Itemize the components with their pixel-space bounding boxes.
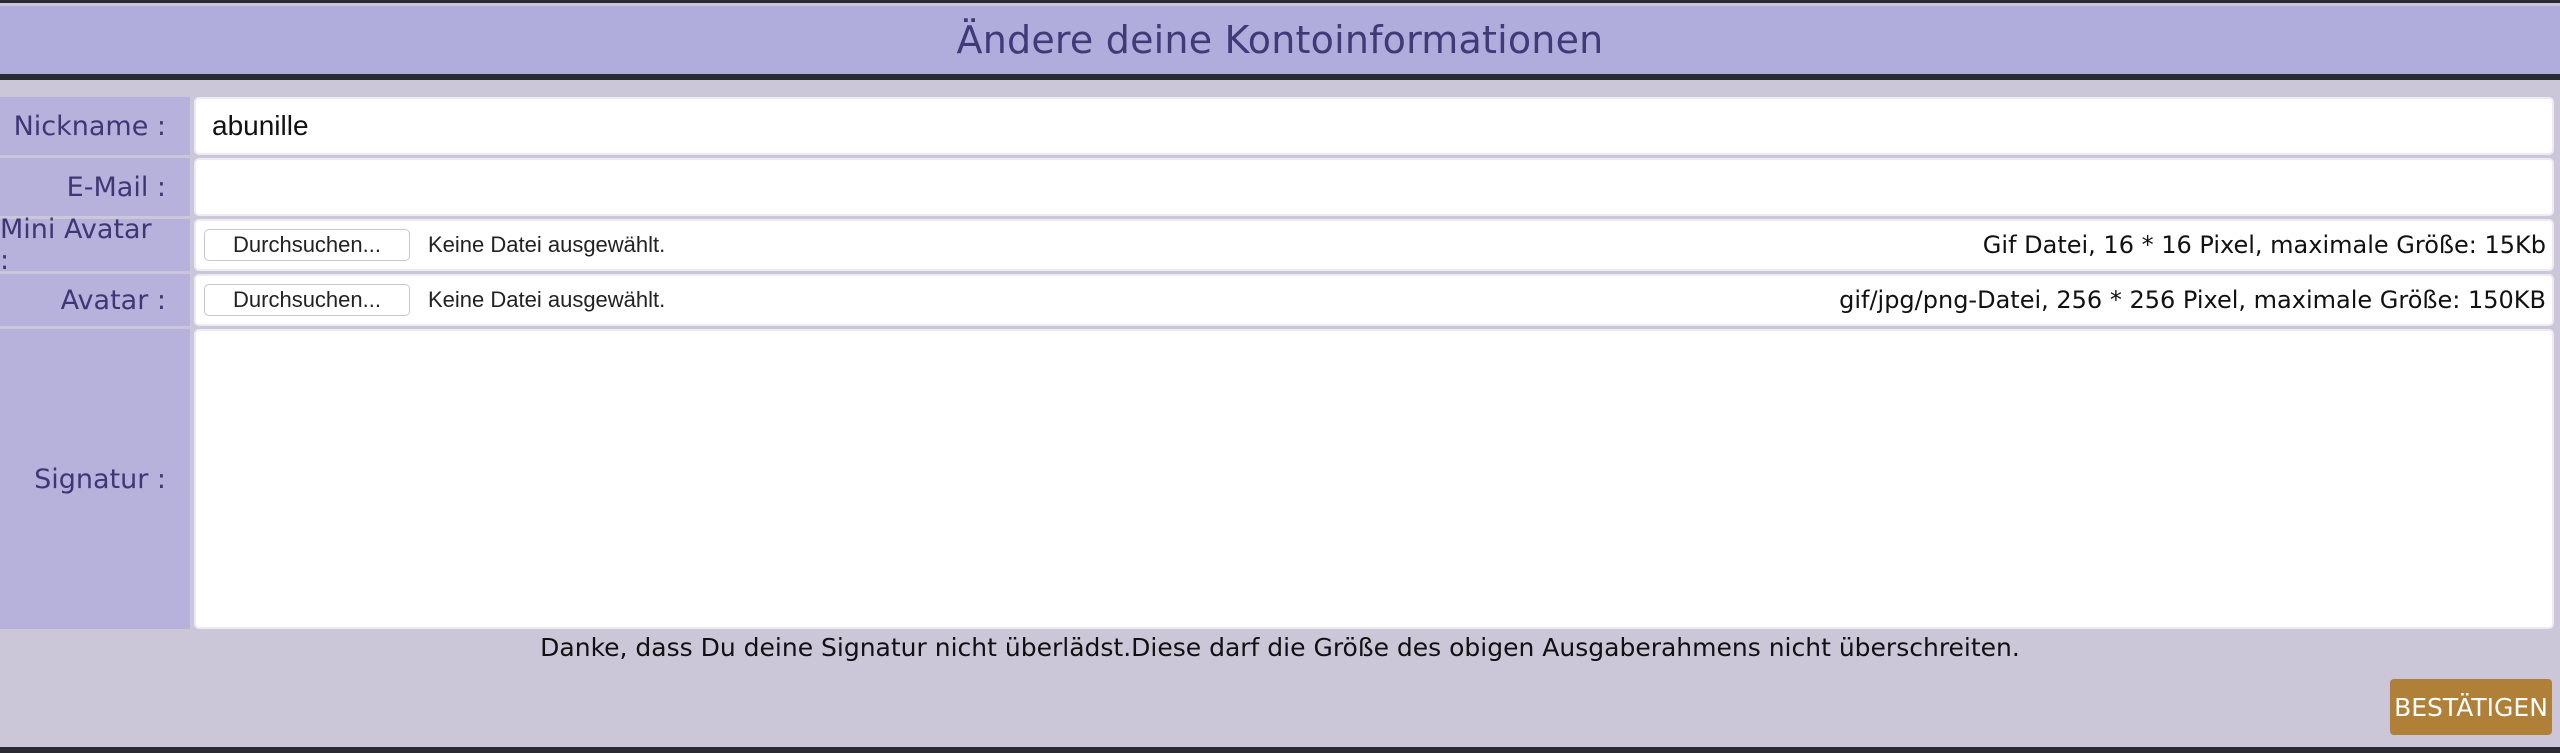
avatar-field-box: Durchsuchen... Keine Datei ausgewählt. g… — [194, 274, 2554, 326]
signature-textarea[interactable] — [196, 331, 2552, 627]
account-form-panel: Ändere deine Kontoinformationen Nickname… — [0, 0, 2560, 753]
avatar-file-status: Keine Datei ausgewählt. — [428, 287, 666, 312]
signature-note: Danke, dass Du deine Signatur nicht über… — [540, 633, 2020, 662]
nickname-field-box — [194, 97, 2554, 155]
mini-avatar-label: Mini Avatar : — [0, 214, 190, 276]
avatar-browse-button[interactable]: Durchsuchen... — [204, 284, 410, 316]
signature-label: Signatur : — [0, 329, 190, 629]
bottom-border — [0, 747, 2560, 753]
email-row: E-Mail : — [0, 158, 2560, 216]
email-field-box — [194, 158, 2554, 216]
nickname-label: Nickname : — [0, 97, 190, 155]
avatar-row: Avatar : Durchsuchen... Keine Datei ausg… — [0, 274, 2560, 326]
signature-row: Signatur : — [0, 329, 2560, 629]
email-label: E-Mail : — [0, 158, 190, 216]
avatar-hint: gif/jpg/png-Datei, 256 * 256 Pixel, maxi… — [1839, 286, 2546, 314]
mini-avatar-row: Mini Avatar : Durchsuchen... Keine Datei… — [0, 214, 2560, 276]
mini-avatar-browse-button[interactable]: Durchsuchen... — [204, 229, 410, 261]
mini-avatar-hint: Gif Datei, 16 * 16 Pixel, maximale Größe… — [1982, 231, 2546, 259]
mini-avatar-field-box: Durchsuchen... Keine Datei ausgewählt. G… — [194, 219, 2554, 271]
mini-avatar-file-status: Keine Datei ausgewählt. — [428, 232, 666, 257]
email-input[interactable] — [196, 160, 2552, 214]
nickname-input[interactable] — [196, 99, 2552, 153]
page-title: Ändere deine Kontoinformationen — [956, 18, 1604, 62]
confirm-button[interactable]: BESTÄTIGEN — [2390, 679, 2552, 735]
signature-field-box — [194, 329, 2554, 629]
avatar-label: Avatar : — [0, 274, 190, 326]
nickname-row: Nickname : — [0, 97, 2560, 155]
form-header: Ändere deine Kontoinformationen — [0, 6, 2560, 80]
